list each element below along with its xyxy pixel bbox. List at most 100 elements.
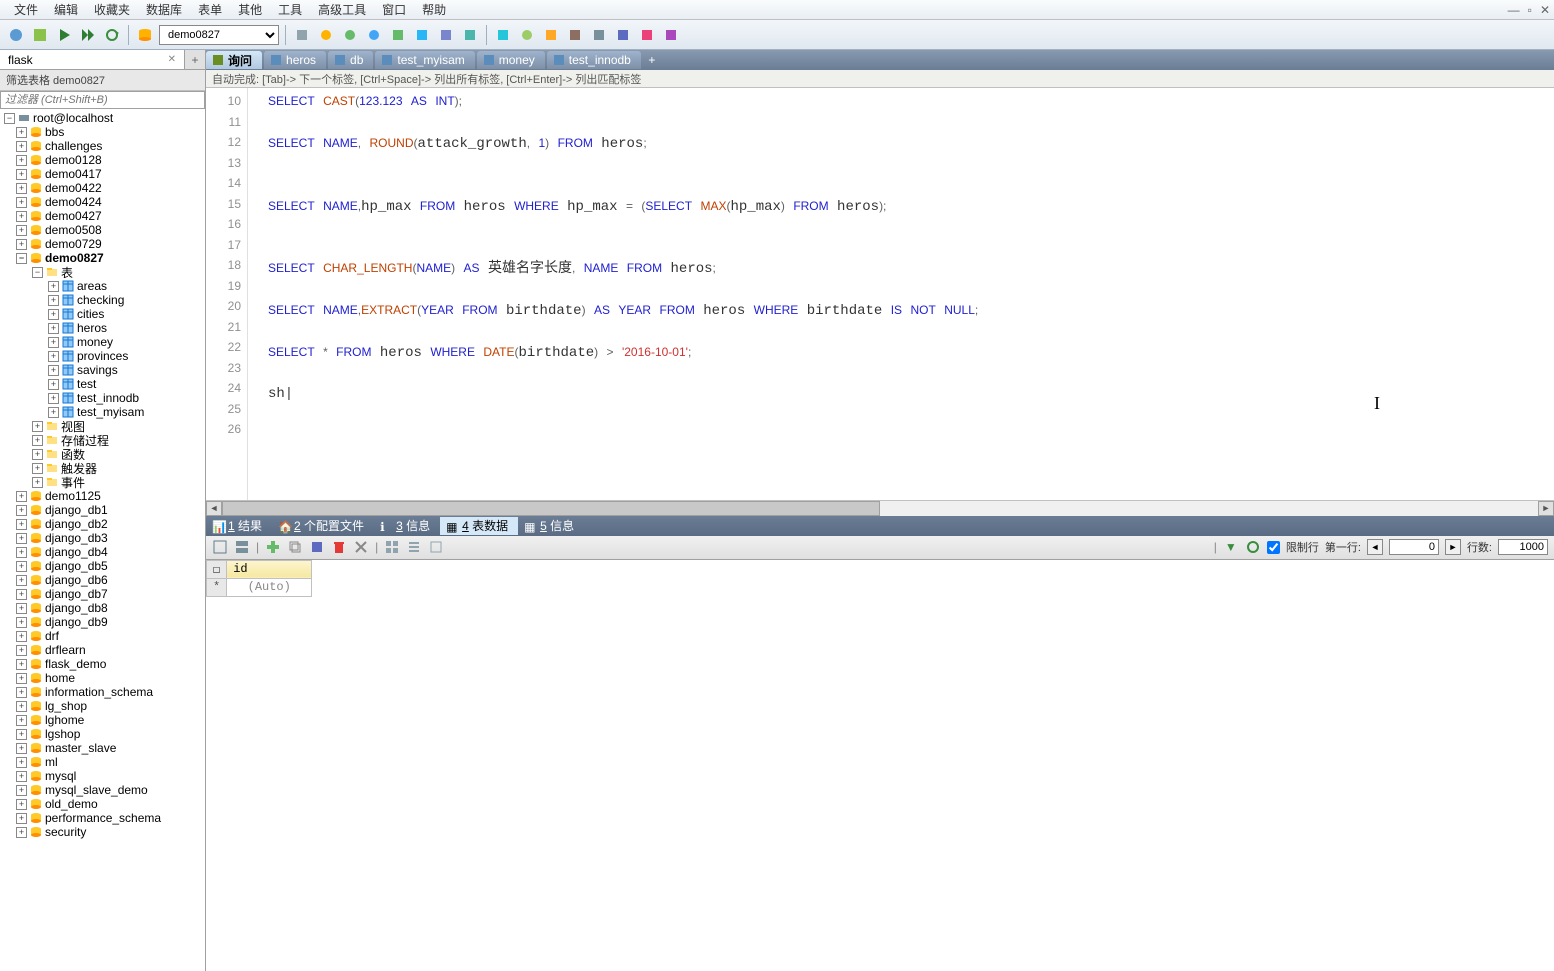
cancel-icon[interactable] [353,539,369,555]
expander-icon[interactable]: + [16,561,27,572]
form-icon[interactable] [234,539,250,555]
sidebar-filter-input[interactable] [0,91,205,109]
tree-item[interactable]: +old_demo [0,797,205,811]
sql-editor[interactable]: 1011121314151617181920212223242526 SELEC… [206,88,1554,500]
tree-item[interactable]: +drflearn [0,643,205,657]
expander-icon[interactable]: + [48,393,59,404]
expander-icon[interactable]: + [16,743,27,754]
tree-item[interactable]: +drf [0,629,205,643]
tree-item[interactable]: +django_db1 [0,503,205,517]
expander-icon[interactable]: + [16,169,27,180]
tree-item[interactable]: +home [0,671,205,685]
first-row-input[interactable] [1389,539,1439,555]
tool-icon-16[interactable] [661,25,681,45]
expander-icon[interactable]: + [16,211,27,222]
sidebar-tab-flask[interactable]: flask ✕ [0,50,185,69]
limit-rows-checkbox[interactable] [1267,541,1280,554]
grid-select-all[interactable]: ☐ [207,560,227,578]
object-tree[interactable]: −root@localhost+bbs+challenges+demo0128+… [0,109,205,971]
new-connection-icon[interactable] [6,25,26,45]
expander-icon[interactable]: + [16,673,27,684]
delete-row-icon[interactable] [331,539,347,555]
expander-icon[interactable]: + [16,533,27,544]
tree-item[interactable]: +demo1125 [0,489,205,503]
expander-icon[interactable]: + [16,827,27,838]
expander-icon[interactable]: + [16,589,27,600]
menu-other[interactable]: 其他 [230,0,270,20]
editor-tab[interactable]: heros [264,51,326,69]
expander-icon[interactable]: + [16,701,27,712]
tree-item[interactable]: +cities [0,307,205,321]
copy-row-icon[interactable] [287,539,303,555]
expander-icon[interactable]: + [16,659,27,670]
expander-icon[interactable]: + [16,645,27,656]
expander-icon[interactable]: + [48,309,59,320]
grid-cell-auto[interactable]: (Auto) [227,578,312,596]
refresh-grid-icon[interactable] [1245,539,1261,555]
tree-item[interactable]: +django_db9 [0,615,205,629]
tree-item[interactable]: +demo0427 [0,209,205,223]
tree-item[interactable]: +information_schema [0,685,205,699]
expander-icon[interactable]: + [16,617,27,628]
refresh-icon[interactable] [102,25,122,45]
expander-icon[interactable]: + [16,771,27,782]
tool-icon-10[interactable] [517,25,537,45]
tree-item[interactable]: +django_db3 [0,531,205,545]
expander-icon[interactable]: + [16,729,27,740]
expander-icon[interactable]: − [4,113,15,124]
expander-icon[interactable]: + [16,813,27,824]
editor-tab[interactable]: test_innodb [547,51,641,69]
execute-icon[interactable] [54,25,74,45]
menu-database[interactable]: 数据库 [138,0,190,20]
grid-icon[interactable] [212,539,228,555]
tree-item[interactable]: +django_db8 [0,601,205,615]
tool-icon-13[interactable] [589,25,609,45]
tool-icon-3[interactable] [340,25,360,45]
expander-icon[interactable]: + [16,127,27,138]
filter-icon[interactable]: ▼ [1223,539,1239,555]
prev-page-icon[interactable]: ◄ [1367,539,1383,555]
expander-icon[interactable]: + [16,505,27,516]
menu-favorites[interactable]: 收藏夹 [86,0,138,20]
tree-item[interactable]: +demo0417 [0,167,205,181]
tool-icon-7[interactable] [436,25,456,45]
tree-item[interactable]: +django_db2 [0,517,205,531]
expander-icon[interactable]: + [32,421,43,432]
expander-icon[interactable]: + [16,715,27,726]
menu-tools[interactable]: 工具 [270,0,310,20]
expander-icon[interactable]: + [48,323,59,334]
expander-icon[interactable]: + [16,547,27,558]
tool-icon-12[interactable] [565,25,585,45]
expander-icon[interactable]: + [48,365,59,376]
expander-icon[interactable]: + [48,407,59,418]
expander-icon[interactable]: + [48,379,59,390]
editor-tab[interactable]: db [328,51,373,69]
tree-item[interactable]: +test [0,377,205,391]
tree-item[interactable]: +触发器 [0,461,205,475]
result-tab[interactable]: 📊1 结果 [206,517,272,535]
tree-item[interactable]: +performance_schema [0,811,205,825]
expander-icon[interactable]: − [32,267,43,278]
view-text-icon[interactable] [406,539,422,555]
tree-item[interactable]: +provinces [0,349,205,363]
result-tab[interactable]: 🏠2 个配置文件 [272,517,374,535]
result-tab[interactable]: ▦4 表数据 [440,517,518,535]
tree-item[interactable]: +lgshop [0,727,205,741]
maximize-icon[interactable]: ▫ [1528,3,1532,17]
tree-item[interactable]: +lg_shop [0,699,205,713]
expander-icon[interactable]: + [16,183,27,194]
scroll-right-icon[interactable]: ► [1538,501,1554,516]
tree-item[interactable]: +master_slave [0,741,205,755]
tree-item[interactable]: +mysql_slave_demo [0,783,205,797]
execute-all-icon[interactable] [78,25,98,45]
row-count-input[interactable] [1498,539,1548,555]
tree-item[interactable]: +areas [0,279,205,293]
tree-item[interactable]: +flask_demo [0,657,205,671]
tree-item[interactable]: +django_db4 [0,545,205,559]
tool-icon-14[interactable] [613,25,633,45]
tree-item[interactable]: +security [0,825,205,839]
tree-item[interactable]: +challenges [0,139,205,153]
expander-icon[interactable]: + [32,449,43,460]
tool-icon-8[interactable] [460,25,480,45]
editor-tab[interactable]: test_myisam [375,51,474,69]
